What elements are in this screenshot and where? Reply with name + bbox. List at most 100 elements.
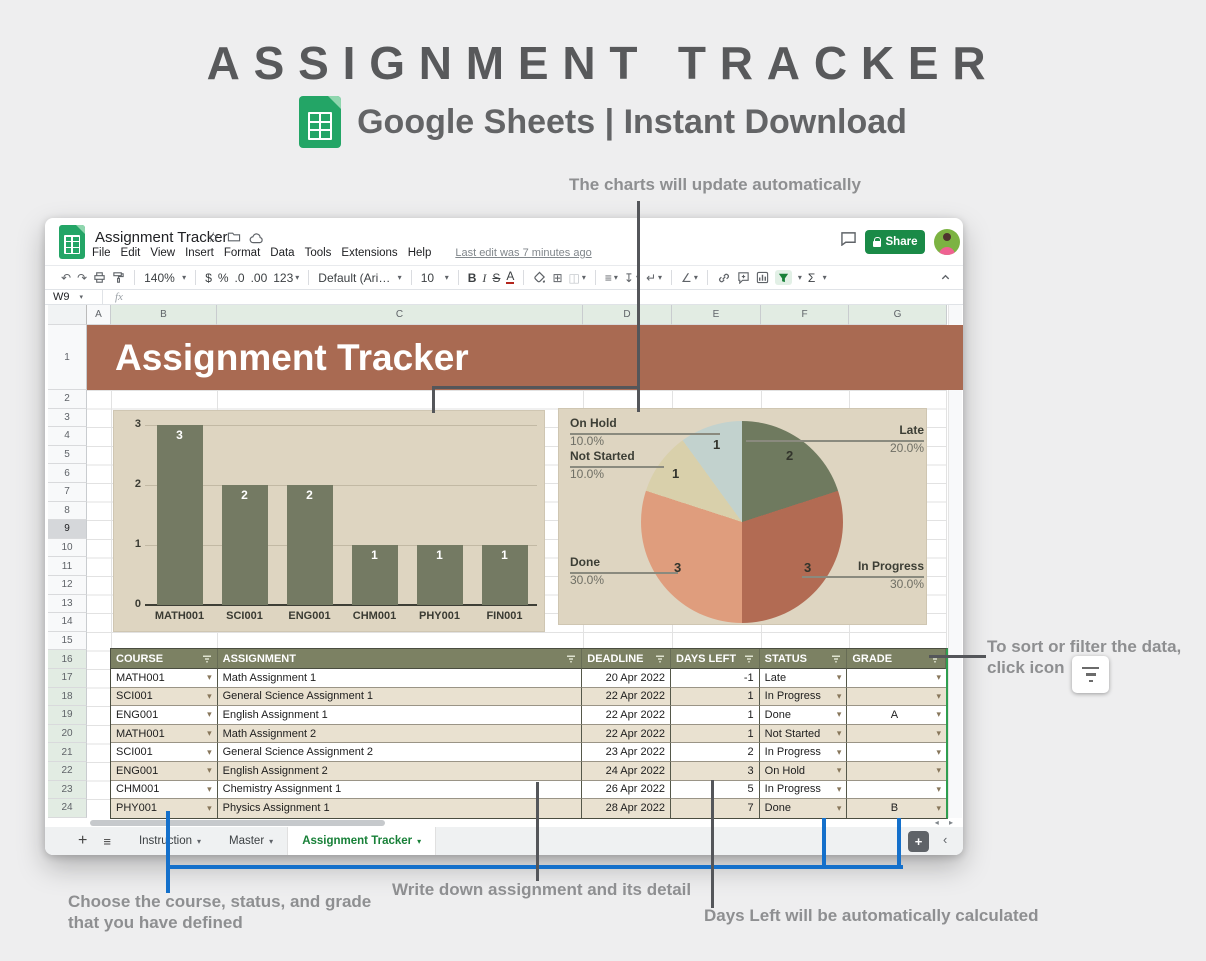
insert-link-icon[interactable] [717, 271, 731, 285]
column-filter-icon[interactable] [566, 654, 576, 664]
cell-status[interactable]: On Hold▾ [760, 762, 848, 781]
menu-tools[interactable]: Tools [305, 247, 332, 259]
cell-deadline[interactable]: 28 Apr 2022 [582, 799, 671, 818]
name-box[interactable]: W9▾ [45, 290, 103, 304]
column-header-grade[interactable]: GRADE [847, 649, 946, 669]
column-header-C[interactable]: C [217, 305, 583, 325]
row-header-19[interactable]: 19 [48, 706, 87, 725]
text-color-icon[interactable]: A [506, 271, 514, 284]
tab-instruction[interactable]: Instruction▾ [125, 827, 215, 855]
cell-dropdown-icon[interactable]: ▾ [207, 765, 212, 776]
column-filter-icon[interactable] [655, 654, 665, 664]
column-header-F[interactable]: F [761, 305, 849, 325]
cell-assignment[interactable]: English Assignment 1 [218, 706, 583, 725]
collapse-panel-icon[interactable]: ‹ [943, 832, 947, 847]
filter-dropdown-icon[interactable]: ▾ [798, 272, 802, 284]
row-header-2[interactable]: 2 [48, 390, 87, 409]
functions-icon[interactable]: Σ ▾ [808, 272, 827, 284]
comment-history-icon[interactable] [840, 231, 857, 251]
cell-assignment[interactable]: English Assignment 2 [218, 762, 583, 781]
menu-data[interactable]: Data [270, 247, 294, 259]
add-sheet-icon[interactable]: + [78, 832, 87, 850]
cell-dropdown-icon[interactable]: ▾ [837, 784, 842, 795]
cell-course[interactable]: ENG001▾ [111, 706, 218, 725]
cell-grade[interactable]: ▾ [847, 725, 946, 744]
cell-assignment[interactable]: Math Assignment 2 [218, 725, 583, 744]
cell-grade[interactable]: ▾ [847, 781, 946, 800]
collapse-toolbar-icon[interactable] [940, 270, 951, 288]
cell-status[interactable]: Not Started▾ [760, 725, 848, 744]
scrollbar-thumb[interactable] [90, 820, 385, 826]
cell-assignment[interactable]: Math Assignment 1 [218, 669, 583, 688]
last-edit-link[interactable]: Last edit was 7 minutes ago [455, 247, 591, 259]
text-rotation-icon[interactable]: ∠▾ [681, 272, 698, 284]
bold-icon[interactable]: B [468, 272, 477, 284]
insert-chart-icon[interactable] [756, 271, 769, 284]
row-header-14[interactable]: 14 [48, 613, 87, 632]
merge-cells-icon[interactable]: ◫▾ [569, 272, 586, 284]
cell-dropdown-icon[interactable]: ▾ [837, 728, 842, 739]
cell-course[interactable]: MATH001▾ [111, 725, 218, 744]
format-percent-icon[interactable]: % [218, 272, 229, 284]
bar-PHY001[interactable]: 1 [417, 545, 463, 605]
text-wrap-icon[interactable]: ↵▾ [646, 272, 662, 284]
cell-dropdown-icon[interactable]: ▾ [936, 672, 941, 683]
cell-course[interactable]: PHY001▾ [111, 799, 218, 818]
undo-icon[interactable]: ↶ [61, 272, 71, 284]
column-filter-icon[interactable] [744, 654, 754, 664]
cell-dropdown-icon[interactable]: ▾ [936, 784, 941, 795]
column-header-E[interactable]: E [672, 305, 761, 325]
sheets-file-icon[interactable] [59, 225, 85, 259]
menu-view[interactable]: View [150, 247, 175, 259]
row-header-20[interactable]: 20 [48, 725, 87, 744]
create-filter-icon[interactable] [775, 270, 792, 285]
side-panel-icon[interactable]: + [908, 831, 929, 852]
cell-days-left[interactable]: 1 [671, 725, 760, 744]
cell-deadline[interactable]: 22 Apr 2022 [582, 706, 671, 725]
column-header-B[interactable]: B [111, 305, 217, 325]
cell-dropdown-icon[interactable]: ▾ [837, 803, 842, 814]
cell-dropdown-icon[interactable]: ▾ [837, 709, 842, 720]
cell-deadline[interactable]: 23 Apr 2022 [582, 743, 671, 762]
tab-assignment-tracker[interactable]: Assignment Tracker▾ [287, 827, 436, 855]
bar-ENG001[interactable]: 2 [287, 485, 333, 605]
borders-icon[interactable]: ⊞ [552, 272, 562, 284]
cell-status[interactable]: In Progress▾ [760, 743, 848, 762]
cell-dropdown-icon[interactable]: ▾ [837, 672, 842, 683]
column-header-assignment[interactable]: ASSIGNMENT [218, 649, 583, 669]
cell-dropdown-icon[interactable]: ▾ [936, 747, 941, 758]
cell-assignment[interactable]: Physics Assignment 1 [218, 799, 583, 818]
row-header-24[interactable]: 24 [48, 799, 87, 818]
redo-icon[interactable]: ↷ [77, 272, 87, 284]
column-header-deadline[interactable]: DEADLINE [582, 649, 671, 669]
cell-days-left[interactable]: 3 [671, 762, 760, 781]
cell-course[interactable]: MATH001▾ [111, 669, 218, 688]
all-sheets-icon[interactable]: ≡ [103, 834, 111, 849]
cloud-status-icon[interactable] [249, 232, 264, 246]
bar-SCI001[interactable]: 2 [222, 485, 268, 605]
menu-extensions[interactable]: Extensions [341, 247, 397, 259]
row-header-4[interactable]: 4 [48, 427, 87, 446]
bar-chart[interactable]: 0123 322111 MATH001SCI001ENG001CHM001PHY… [113, 410, 545, 632]
cell-deadline[interactable]: 20 Apr 2022 [582, 669, 671, 688]
bar-FIN001[interactable]: 1 [482, 545, 528, 605]
column-filter-icon[interactable] [831, 654, 841, 664]
menu-format[interactable]: Format [224, 247, 260, 259]
cell-grade[interactable]: ▾ [847, 762, 946, 781]
row-header-21[interactable]: 21 [48, 743, 87, 762]
cell-status[interactable]: Late▾ [760, 669, 848, 688]
bar-CHM001[interactable]: 1 [352, 545, 398, 605]
cell-course[interactable]: ENG001▾ [111, 762, 218, 781]
cell-dropdown-icon[interactable]: ▾ [207, 691, 212, 702]
banner-cell[interactable]: Assignment Tracker [87, 325, 963, 390]
tab-master[interactable]: Master▾ [215, 827, 287, 855]
column-filter-icon[interactable] [202, 654, 212, 664]
row-header-22[interactable]: 22 [48, 762, 87, 781]
cell-days-left[interactable]: -1 [671, 669, 760, 688]
menu-help[interactable]: Help [408, 247, 432, 259]
row-header-12[interactable]: 12 [48, 576, 87, 595]
cell-days-left[interactable]: 5 [671, 781, 760, 800]
format-currency-icon[interactable]: $ [205, 272, 212, 284]
cell-status[interactable]: In Progress▾ [760, 781, 848, 800]
cell-dropdown-icon[interactable]: ▾ [837, 747, 842, 758]
